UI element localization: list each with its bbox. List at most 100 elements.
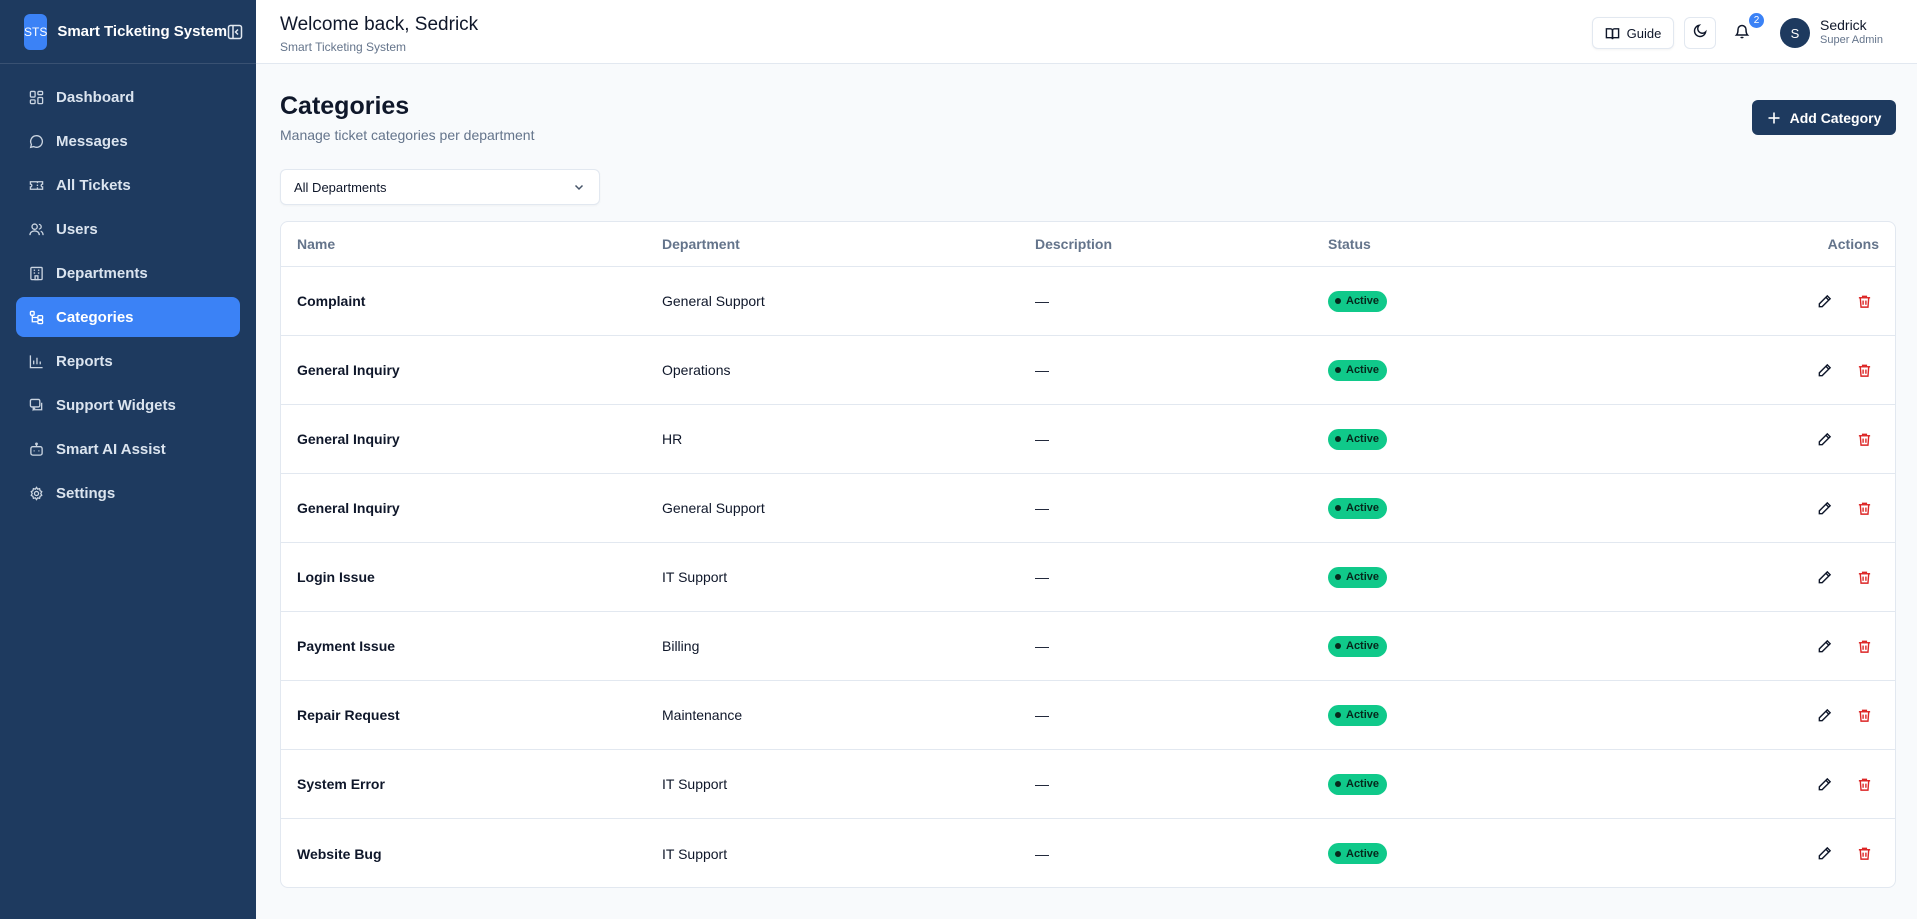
message-icon bbox=[28, 133, 44, 149]
column-header-name[interactable]: Name bbox=[297, 222, 335, 266]
status-badge: Active bbox=[1328, 359, 1388, 381]
edit-button[interactable] bbox=[1809, 839, 1839, 869]
status-badge: Active bbox=[1328, 290, 1388, 312]
delete-button[interactable] bbox=[1849, 286, 1879, 316]
moon-icon bbox=[1693, 23, 1708, 43]
trash-icon bbox=[1858, 847, 1870, 860]
category-department: HR bbox=[662, 431, 683, 447]
sidebar-item-label: Categories bbox=[56, 308, 134, 326]
guide-button[interactable]: Guide bbox=[1592, 17, 1674, 49]
pencil-icon bbox=[1818, 570, 1831, 583]
row-actions bbox=[1799, 424, 1879, 454]
status-badge: Active bbox=[1328, 773, 1388, 795]
column-header-description[interactable]: Description bbox=[1035, 222, 1112, 266]
edit-button[interactable] bbox=[1809, 355, 1839, 385]
column-header-status[interactable]: Status bbox=[1328, 222, 1371, 266]
table-row: General Inquiry Operations — Active bbox=[281, 336, 1895, 405]
sidebar: STS Smart Ticketing System Dashboard Mes… bbox=[0, 0, 256, 919]
top-bar: Welcome back, Sedrick Smart Ticketing Sy… bbox=[256, 0, 1917, 64]
user-name[interactable]: Sedrick bbox=[1820, 17, 1867, 33]
sidebar-item-smart-ai-assist[interactable]: Smart AI Assist bbox=[16, 429, 240, 469]
department-filter-value: All Departments bbox=[294, 179, 387, 195]
sidebar-item-label: Support Widgets bbox=[56, 396, 176, 414]
category-description: — bbox=[1035, 638, 1049, 654]
delete-button[interactable] bbox=[1849, 839, 1879, 869]
status-dot bbox=[1335, 436, 1341, 442]
status-badge: Active bbox=[1328, 704, 1388, 726]
sidebar-item-departments[interactable]: Departments bbox=[16, 253, 240, 293]
category-description: — bbox=[1035, 293, 1049, 309]
delete-button[interactable] bbox=[1849, 424, 1879, 454]
status-dot bbox=[1335, 505, 1341, 511]
status-label: Active bbox=[1346, 433, 1380, 445]
theme-toggle-button[interactable] bbox=[1684, 17, 1716, 49]
pencil-icon bbox=[1818, 639, 1831, 652]
status-badge: Active bbox=[1328, 635, 1388, 657]
brand-name: Smart Ticketing System bbox=[57, 23, 228, 40]
status-dot bbox=[1335, 367, 1341, 373]
department-filter-select[interactable]: All Departments bbox=[280, 169, 600, 205]
sidebar-collapse-icon[interactable] bbox=[227, 23, 243, 41]
sidebar-item-users[interactable]: Users bbox=[16, 209, 240, 249]
trash-icon bbox=[1858, 295, 1870, 308]
category-name: Payment Issue bbox=[297, 638, 396, 654]
status-dot bbox=[1335, 850, 1341, 857]
category-department: General Support bbox=[662, 500, 765, 516]
delete-button[interactable] bbox=[1849, 493, 1879, 523]
add-category-label: Add Category bbox=[1789, 109, 1882, 126]
category-department: General Support bbox=[662, 293, 765, 309]
edit-button[interactable] bbox=[1809, 769, 1839, 799]
sidebar-item-reports[interactable]: Reports bbox=[16, 341, 240, 381]
sidebar-item-settings[interactable]: Settings bbox=[16, 473, 240, 513]
trash-icon bbox=[1858, 640, 1870, 653]
users-icon bbox=[28, 221, 44, 237]
status-badge: Active bbox=[1328, 843, 1388, 864]
user-role: Super Admin bbox=[1820, 34, 1883, 46]
edit-button[interactable] bbox=[1809, 631, 1839, 661]
category-department: IT Support bbox=[662, 569, 728, 585]
column-header-department[interactable]: Department bbox=[662, 222, 740, 266]
status-dot bbox=[1335, 643, 1341, 649]
bell-icon bbox=[1734, 23, 1750, 44]
table-header: Name Department Description Status Actio… bbox=[281, 222, 1895, 267]
delete-button[interactable] bbox=[1849, 700, 1879, 730]
row-actions bbox=[1799, 839, 1879, 869]
status-label: Active bbox=[1346, 502, 1380, 514]
edit-button[interactable] bbox=[1809, 424, 1839, 454]
trash-icon bbox=[1858, 433, 1870, 446]
sidebar-item-dashboard[interactable]: Dashboard bbox=[16, 77, 240, 117]
category-department: Maintenance bbox=[662, 707, 743, 723]
delete-button[interactable] bbox=[1849, 355, 1879, 385]
edit-button[interactable] bbox=[1809, 562, 1839, 592]
sidebar-item-all-tickets[interactable]: All Tickets bbox=[16, 165, 240, 205]
edit-button[interactable] bbox=[1809, 700, 1839, 730]
column-header-actions: Actions bbox=[1827, 236, 1879, 252]
category-name: General Inquiry bbox=[297, 431, 400, 447]
row-actions bbox=[1799, 493, 1879, 523]
avatar[interactable]: S bbox=[1780, 18, 1810, 48]
pencil-icon bbox=[1818, 501, 1831, 514]
category-department: Operations bbox=[662, 362, 731, 378]
delete-button[interactable] bbox=[1849, 631, 1879, 661]
sidebar-nav: Dashboard Messages All Tickets Users Dep… bbox=[0, 64, 256, 513]
add-category-button[interactable]: Add Category bbox=[1752, 100, 1896, 135]
table-body: Complaint General Support — Active Gener… bbox=[281, 267, 1895, 887]
brand-logo[interactable]: STS bbox=[24, 13, 48, 50]
row-actions bbox=[1799, 700, 1879, 730]
plus-icon bbox=[1767, 111, 1781, 125]
category-name: Website Bug bbox=[297, 845, 382, 862]
edit-button[interactable] bbox=[1809, 493, 1839, 523]
category-description: — bbox=[1035, 500, 1049, 516]
status-label: Active bbox=[1346, 640, 1380, 652]
category-name: Complaint bbox=[297, 293, 366, 309]
edit-button[interactable] bbox=[1809, 286, 1839, 316]
pencil-icon bbox=[1818, 432, 1831, 445]
delete-button[interactable] bbox=[1849, 562, 1879, 592]
category-department: Billing bbox=[662, 638, 700, 654]
sidebar-item-support-widgets[interactable]: Support Widgets bbox=[16, 385, 240, 425]
category-name: System Error bbox=[297, 776, 385, 792]
delete-button[interactable] bbox=[1849, 769, 1879, 799]
sidebar-item-messages[interactable]: Messages bbox=[16, 121, 240, 161]
trash-icon bbox=[1858, 778, 1870, 791]
sidebar-item-categories[interactable]: Categories bbox=[16, 297, 240, 337]
